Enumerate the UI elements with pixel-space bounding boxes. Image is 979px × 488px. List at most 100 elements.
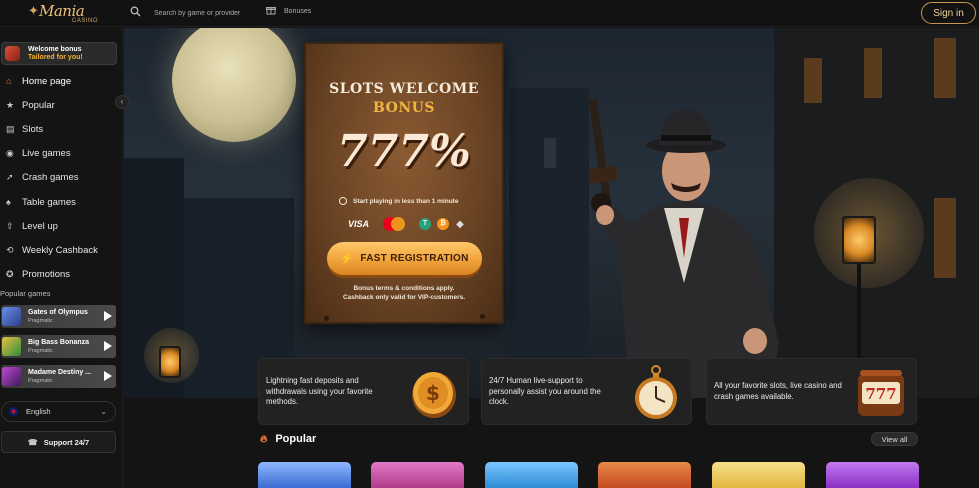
mania-casino-logo[interactable]: ✦ Mania CASINO	[28, 2, 98, 26]
game-tile[interactable]	[712, 462, 805, 488]
sidebar: Welcome bonus Tailored for you! ‹ ⌂ Home…	[0, 28, 129, 488]
cashback-icon: ⟲	[6, 244, 14, 255]
game-provider: Pragmatic	[28, 348, 53, 354]
star-icon: ★	[6, 99, 15, 110]
welcome-gift-icon	[5, 46, 20, 61]
feature-card-games: All your favorite slots, live casino and…	[706, 358, 917, 425]
bitcoin-icon: ₿	[437, 218, 450, 230]
play-icon[interactable]	[104, 371, 112, 381]
gangster-illustration	[588, 98, 779, 398]
popular-game-card[interactable]: Gates of Olympus Pragmatic	[1, 305, 116, 328]
popular-game-card[interactable]: Big Bass Bonanza Pragmatic	[1, 335, 116, 358]
sidebar-item-label: Level up	[22, 220, 58, 232]
clock-icon	[339, 197, 347, 205]
uk-flag-icon	[9, 407, 18, 416]
support-button[interactable]: ☎ Support 24/7	[1, 431, 116, 453]
sidebar-item-label: Live games	[22, 148, 71, 160]
pocket-watch-icon	[635, 365, 677, 419]
window	[864, 48, 882, 98]
game-thumbnail	[2, 307, 21, 326]
sidebar-item-slots[interactable]: ▤ Slots	[0, 117, 120, 141]
sidebar-item-label: Slots	[22, 123, 44, 135]
sidebar-item-popular[interactable]: ★ Popular	[0, 93, 120, 117]
welcome-bonus-card[interactable]: Welcome bonus Tailored for you!	[1, 42, 117, 65]
search-icon[interactable]	[128, 6, 142, 20]
popular-game-card[interactable]: Madame Destiny ... Pragmatic	[1, 365, 116, 388]
building-silhouette	[509, 88, 589, 398]
window	[934, 38, 956, 98]
fast-registration-button[interactable]: ⚡ FAST REGISTRATION	[327, 242, 482, 275]
slot-machine-icon: ▤	[6, 123, 15, 134]
clock-text: Start playing in less than 1 minute	[353, 197, 459, 205]
feature-text: All your favorite slots, live casino and…	[714, 381, 842, 401]
payment-methods: VISA T ₿ ◆	[348, 217, 465, 231]
promotions-icon: ✪	[6, 269, 14, 280]
welcome-bonus-subtitle: Tailored for you!	[28, 54, 83, 61]
language-label: English	[26, 407, 51, 416]
sign-in-button[interactable]: Sign in	[921, 2, 976, 24]
bonuses-link[interactable]: Bonuses	[266, 5, 311, 17]
game-tile[interactable]	[371, 462, 464, 488]
game-name: Gates of Olympus	[28, 309, 88, 316]
bonuses-label: Bonuses	[284, 7, 312, 15]
popular-title-label: Popular	[275, 433, 317, 445]
game-tile[interactable]	[826, 462, 919, 488]
moon-illustration	[172, 28, 296, 142]
sidebar-item-table-games[interactable]: ♠ Table games	[0, 190, 120, 214]
svg-text:777: 777	[865, 385, 896, 403]
terms-line: Cashback only valid for VIP-customers.	[342, 294, 466, 301]
gift-icon	[266, 5, 278, 17]
bonus-subheadline: BONUS	[373, 100, 435, 116]
bonus-terms: Bonus terms & conditions apply. Cashback…	[306, 284, 502, 302]
sidebar-item-promotions[interactable]: ✪ Promotions	[0, 263, 120, 287]
sidebar-item-label: Table games	[22, 196, 76, 208]
ethereum-icon: ◆	[456, 218, 464, 230]
cards-icon: ♠	[6, 197, 11, 208]
bonus-percent: 777%	[337, 126, 471, 177]
sidebar-item-home[interactable]: ⌂ Home page	[0, 69, 120, 93]
feature-text: Lightning fast deposits and withdrawals …	[266, 376, 373, 406]
sidebar-item-crash-games[interactable]: ➚ Crash games	[0, 166, 120, 190]
view-all-button[interactable]: View all	[871, 432, 918, 446]
support-label: Support 24/7	[43, 437, 90, 447]
street-lamp	[842, 216, 876, 264]
hero-banner: SLOTS WELCOME BONUS 777% Start playing i…	[124, 28, 979, 398]
popular-games-title: Popular games	[0, 289, 51, 298]
language-selector[interactable]: English ⌄	[1, 401, 116, 422]
window	[544, 138, 556, 168]
game-tile[interactable]	[485, 462, 578, 488]
level-up-icon: ⇧	[6, 220, 14, 231]
sidebar-item-live-games[interactable]: ◉ Live games	[0, 142, 120, 166]
sidebar-item-label: Weekly Cashback	[22, 244, 98, 256]
fast-registration-label: FAST REGISTRATION	[360, 253, 469, 264]
feature-card-deposits: Lightning fast deposits and withdrawals …	[258, 358, 469, 425]
sidebar-item-label: Promotions	[22, 269, 71, 281]
search-input[interactable]	[154, 9, 264, 17]
play-icon[interactable]	[104, 311, 112, 321]
sidebar-item-level-up[interactable]: ⇧ Level up	[0, 214, 120, 238]
home-icon: ⌂	[6, 76, 12, 87]
nail	[480, 314, 485, 319]
live-icon: ◉	[6, 148, 14, 159]
feature-card-support: 24/7 Human live-support to personally as…	[481, 358, 692, 425]
street-lamp	[159, 346, 181, 378]
game-thumbnail	[2, 367, 21, 386]
search-bar[interactable]	[128, 4, 264, 22]
game-provider: Pragmatic	[28, 378, 53, 384]
sidebar-item-weekly-cashback[interactable]: ⟲ Weekly Cashback	[0, 238, 120, 262]
sidebar-item-label: Popular	[22, 99, 55, 111]
logo-subtitle: CASINO	[72, 18, 99, 24]
nail	[324, 316, 329, 321]
game-tile[interactable]	[598, 462, 691, 488]
game-tile[interactable]	[258, 462, 351, 488]
game-name: Big Bass Bonanza	[28, 339, 90, 346]
feature-text: 24/7 Human live-support to personally as…	[489, 376, 601, 406]
top-bar: ✦ Mania CASINO Bonuses Sign in	[0, 0, 979, 27]
play-icon[interactable]	[104, 341, 112, 351]
tether-icon: T	[419, 218, 432, 230]
fire-icon: 🔥︎	[260, 433, 268, 445]
headset-icon: ☎	[27, 437, 38, 447]
collapse-sidebar-icon[interactable]: ‹	[115, 95, 129, 109]
chevron-down-icon: ⌄	[100, 407, 107, 416]
clock-note: Start playing in less than 1 minute	[339, 197, 458, 205]
